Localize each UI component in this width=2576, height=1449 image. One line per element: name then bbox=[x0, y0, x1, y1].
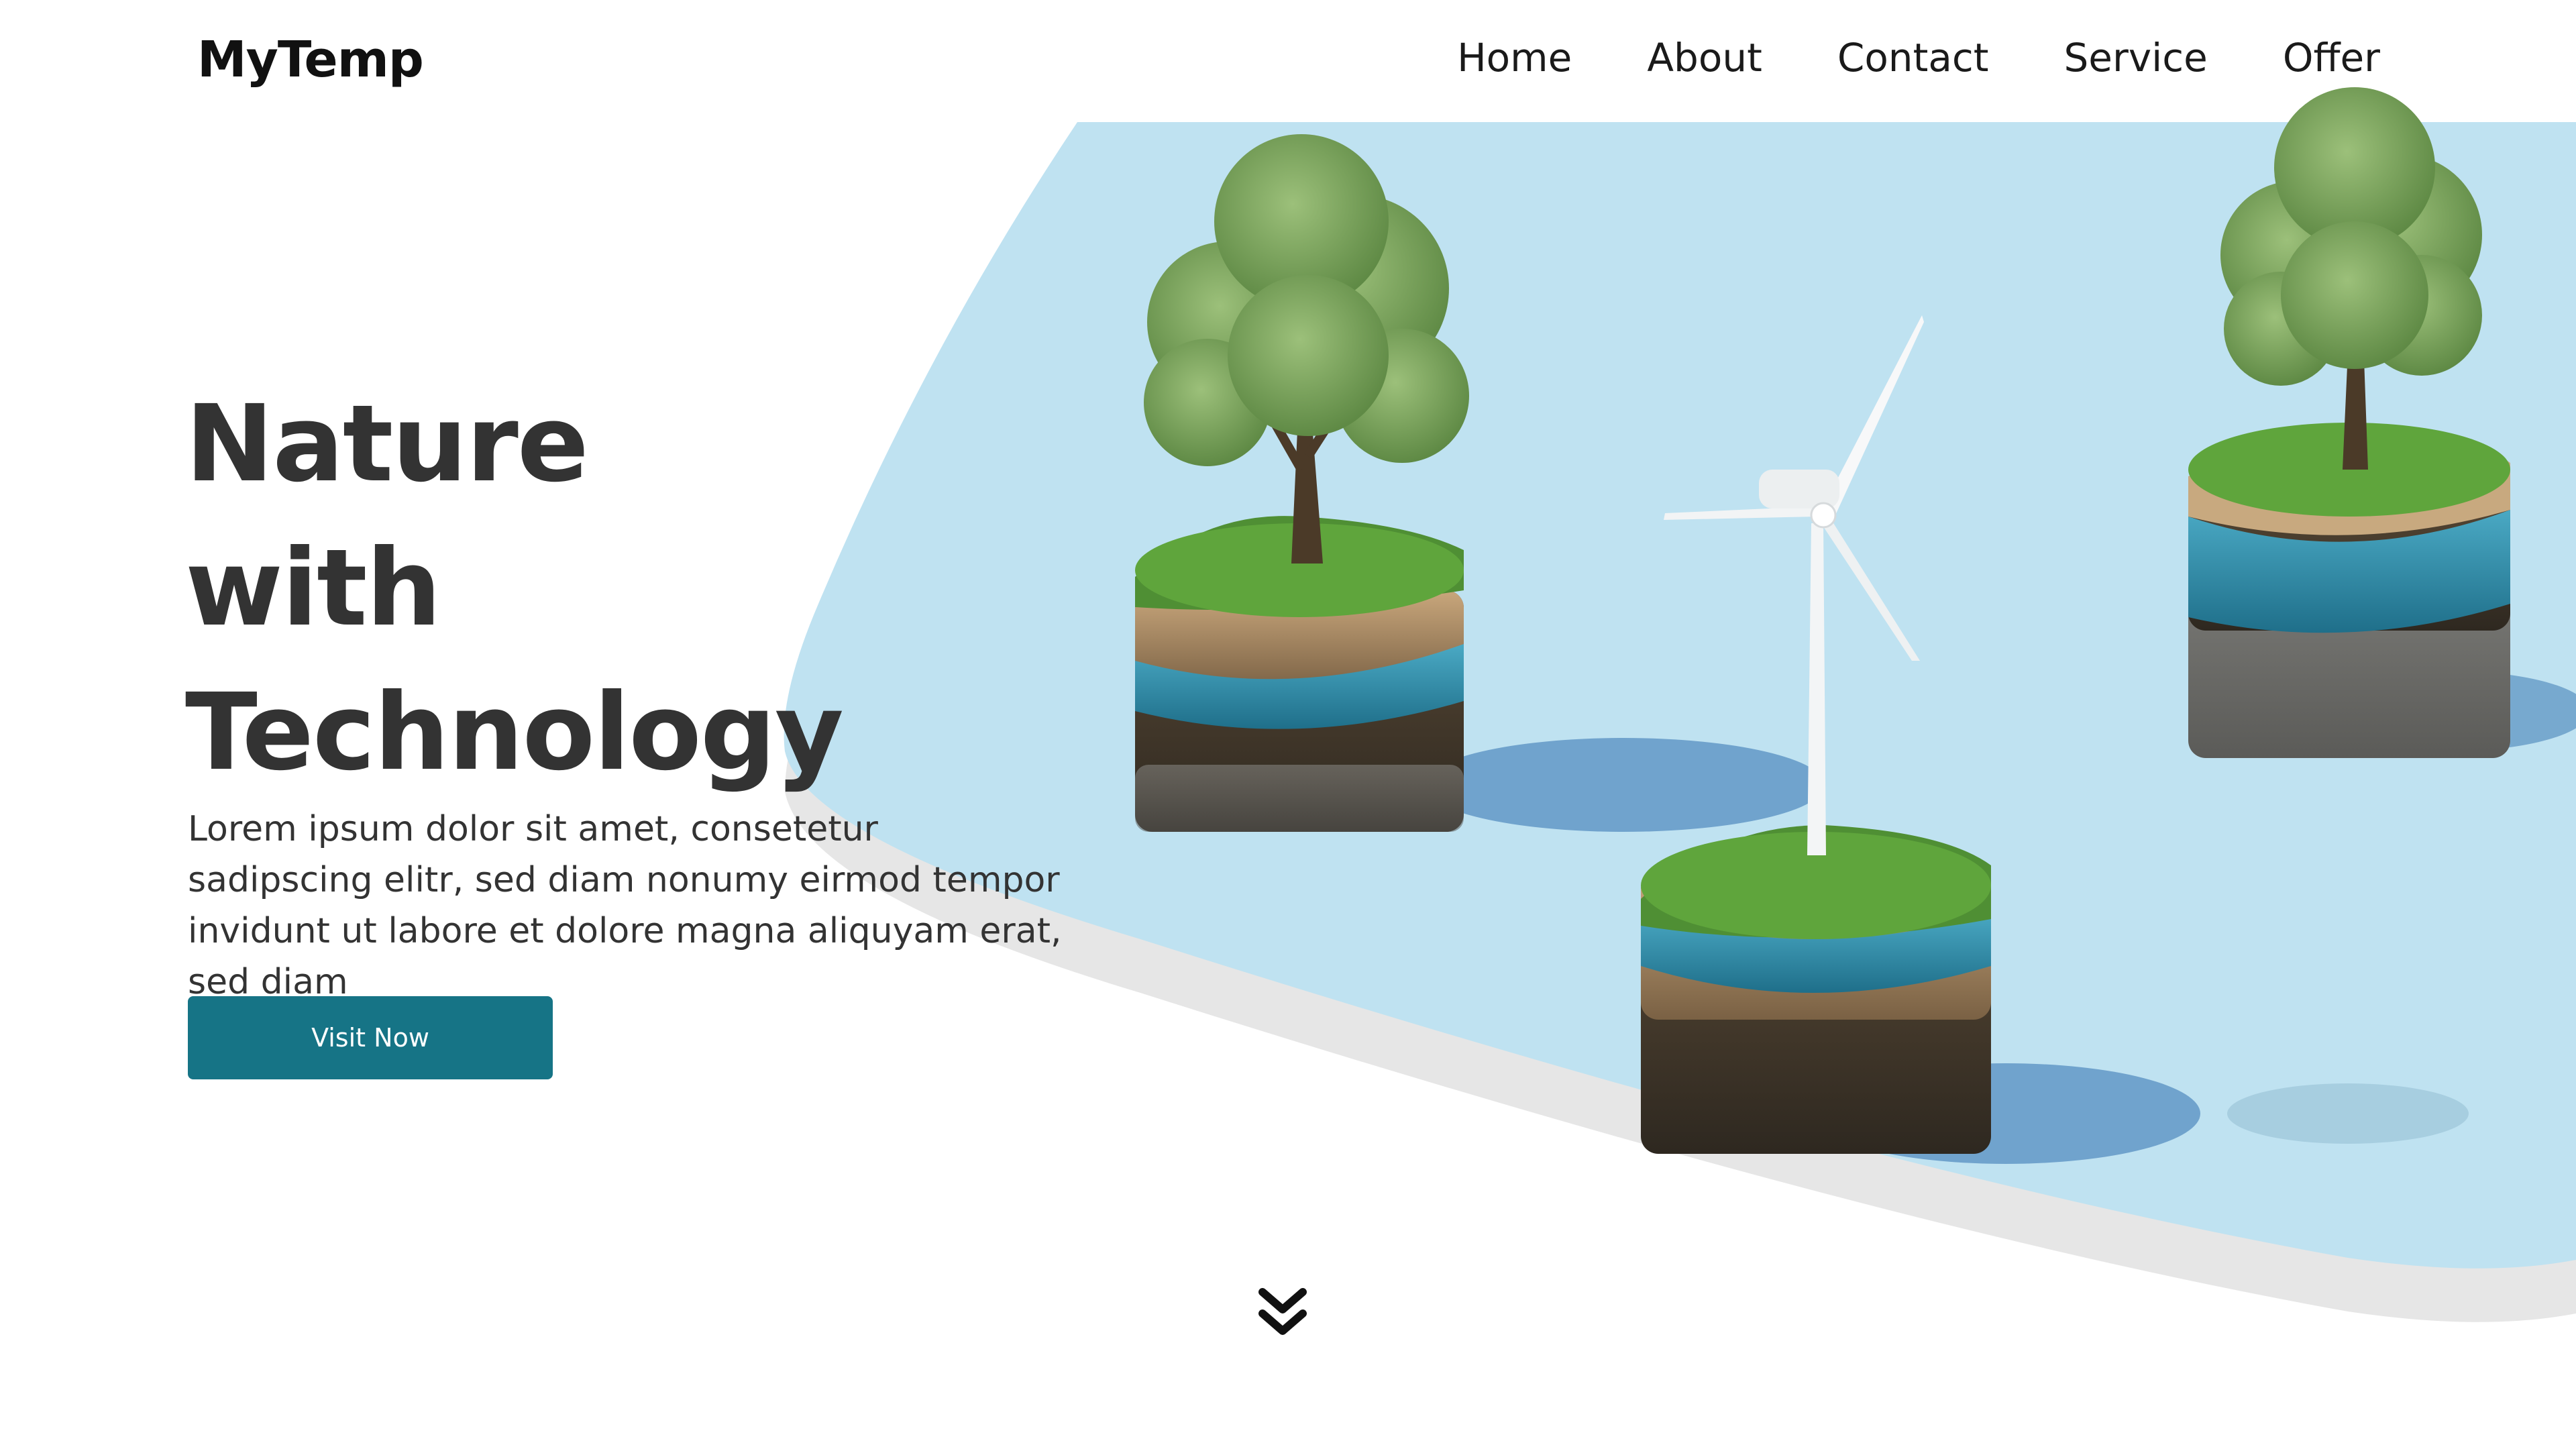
shadow-left-cube bbox=[1422, 738, 1825, 832]
site-logo[interactable]: MyTemp bbox=[197, 31, 424, 89]
hero-title-line-3: Technology bbox=[185, 671, 844, 794]
visit-now-button[interactable]: Visit Now bbox=[188, 996, 553, 1079]
center-soil-cube bbox=[1641, 825, 1991, 1154]
site-header: MyTemp Home About Contact Service Offer bbox=[0, 0, 2576, 121]
nav-link-home[interactable]: Home bbox=[1457, 35, 1572, 80]
right-soil-cube bbox=[2188, 423, 2510, 758]
nav-link-about[interactable]: About bbox=[1647, 35, 1762, 80]
hero-description: Lorem ipsum dolor sit amet, consetetur s… bbox=[188, 809, 1062, 1002]
nav-link-service[interactable]: Service bbox=[2063, 35, 2207, 80]
nav-link-contact[interactable]: Contact bbox=[1837, 35, 1989, 80]
shadow-faint bbox=[2227, 1083, 2469, 1144]
hero-title-line-2: with bbox=[185, 527, 441, 650]
hero-title: Nature with Technology bbox=[185, 372, 844, 805]
double-chevron-down-icon[interactable] bbox=[1258, 1287, 1307, 1340]
hero-title-line-1: Nature bbox=[185, 382, 589, 506]
main-navigation: Home About Contact Service Offer bbox=[1457, 35, 2380, 80]
nav-link-offer[interactable]: Offer bbox=[2283, 35, 2380, 80]
